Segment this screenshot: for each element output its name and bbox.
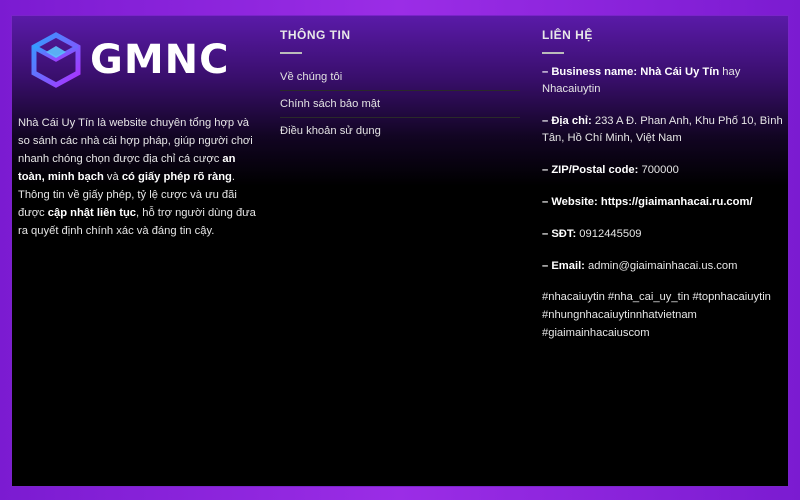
link-terms-of-use[interactable]: Điều khoản sử dụng — [280, 118, 520, 144]
contact-heading: LIÊN HỆ — [542, 28, 593, 42]
hashtags: #nhacaiuytin #nha_cai_uy_tin #topnhacaiu… — [542, 288, 788, 342]
hashtag-line: #giaimainhacaiuscom — [542, 327, 650, 339]
contact-website[interactable]: – Website: https://giaimanhacai.ru.com/ — [542, 194, 788, 211]
footer-panel: GMNC Nhà Cái Uy Tín là website chuyên tổ… — [12, 16, 788, 486]
about-text: Nhà Cái Uy Tín là website chuyên tổng hợ… — [18, 117, 256, 237]
contact-email[interactable]: – Email: admin@giaimainhacai.us.com — [542, 258, 788, 275]
link-privacy-policy[interactable]: Chính sách bảo mật — [280, 91, 520, 118]
link-about-us[interactable]: Về chúng tôi — [280, 64, 520, 91]
heading-divider — [542, 52, 564, 54]
cube-logo-icon — [31, 32, 81, 88]
contact-address: – Địa chỉ: 233 A Đ. Phan Anh, Khu Phố 10… — [542, 115, 783, 144]
contact-zip: – ZIP/Postal code: 700000 — [542, 164, 679, 176]
heading-divider — [280, 52, 302, 54]
info-heading: THÔNG TIN — [280, 28, 351, 42]
contact-business: – Business name: Nhà Cái Uy Tín hay Nhac… — [542, 66, 741, 95]
brand-name: GMNC — [90, 37, 230, 83]
brand-logo[interactable]: GMNC — [28, 32, 229, 88]
info-links: Về chúng tôi Chính sách bảo mật Điều kho… — [280, 64, 520, 144]
contact-details: – Business name: Nhà Cái Uy Tín hay Nhac… — [542, 64, 788, 342]
hashtag-line: #nhacaiuytin #nha_cai_uy_tin #topnhacaiu… — [542, 291, 771, 303]
contact-phone: – SĐT: 0912445509 — [542, 228, 642, 240]
hashtag-line: #nhungnhacaiuytinnhatvietnam — [542, 309, 697, 321]
